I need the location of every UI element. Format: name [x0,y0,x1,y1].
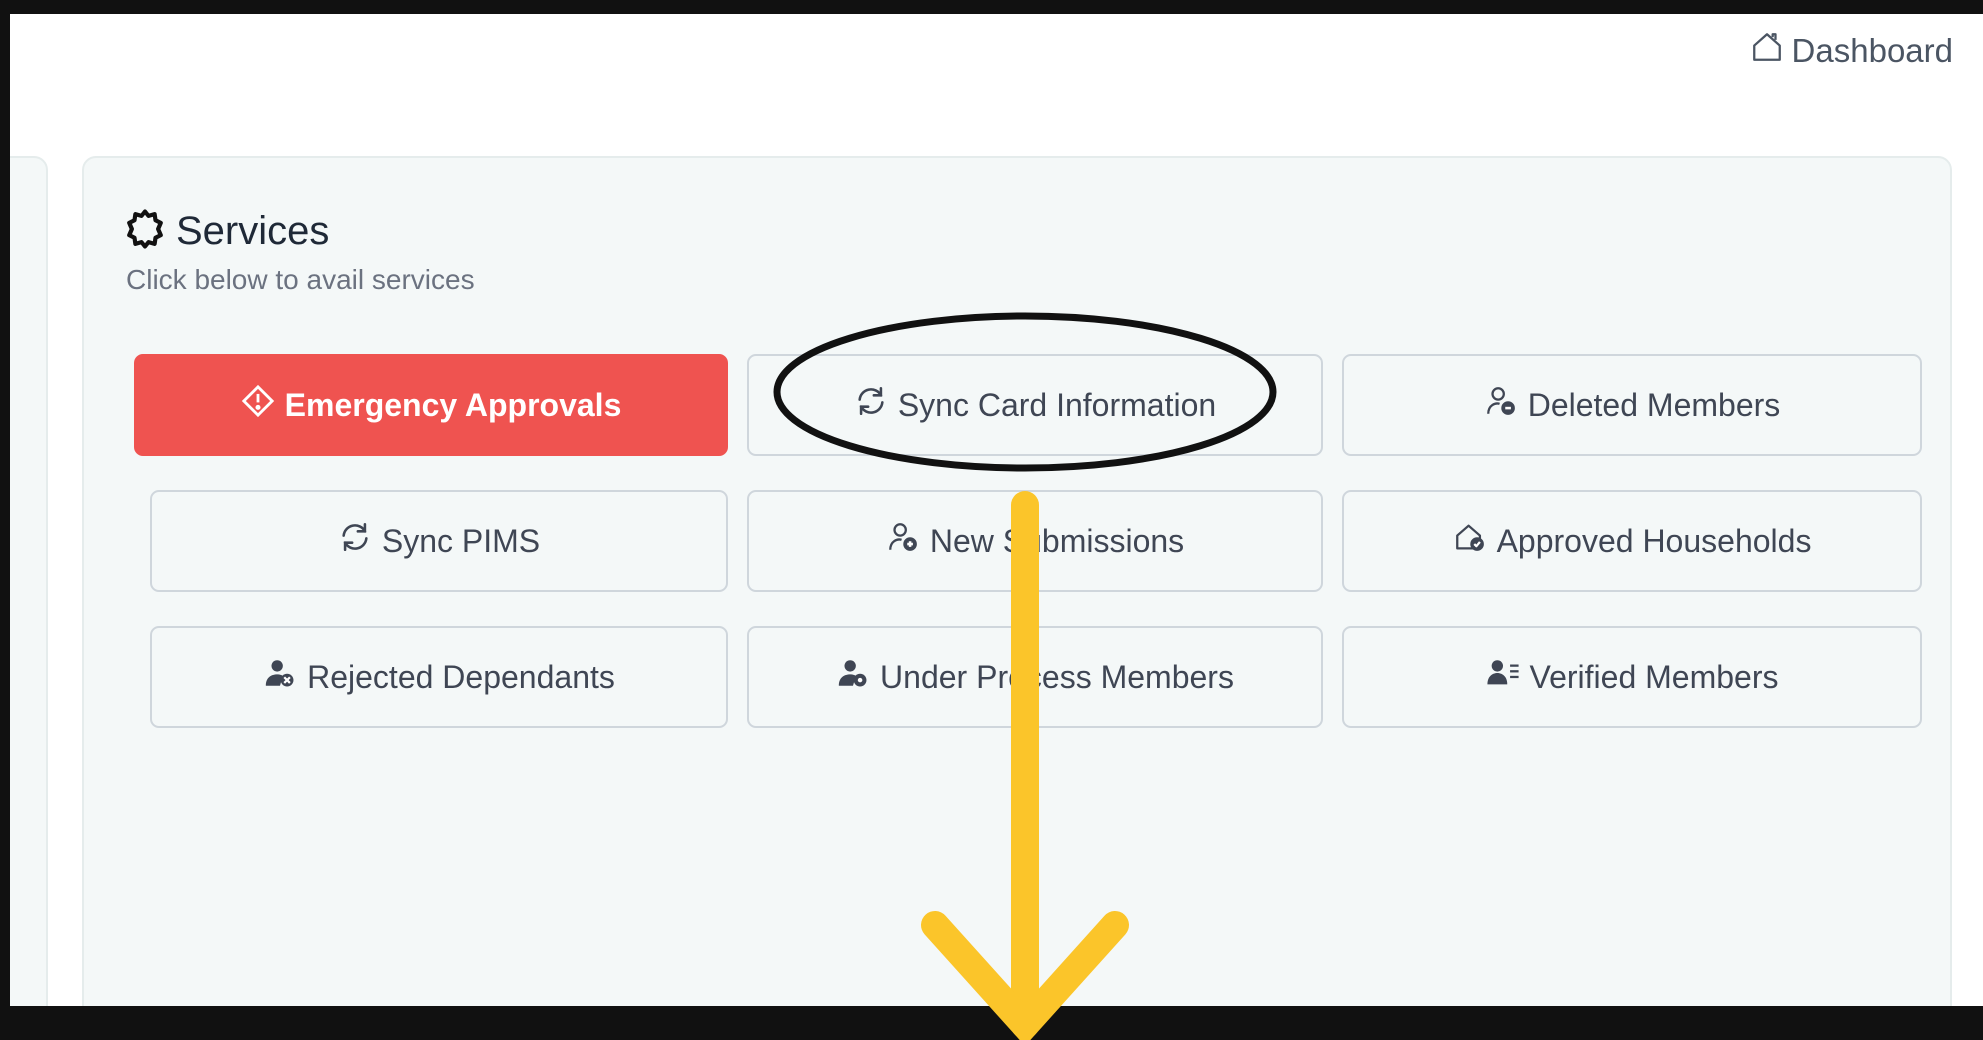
sync-pims-button[interactable]: Sync PIMS [150,490,728,592]
sync-card-information-button[interactable]: Sync Card Information [747,354,1323,456]
user-list-icon [1486,656,1520,698]
alert-diamond-icon [241,384,275,426]
button-label: Deleted Members [1527,386,1781,423]
verified-members-button[interactable]: Verified Members [1342,626,1922,728]
button-label: Approved Households [1496,522,1812,559]
left-panel [10,156,48,1006]
user-x-icon [263,656,297,698]
services-subtitle: Click below to avail services [126,264,475,295]
house-check-icon [1453,520,1487,562]
new-submissions-button[interactable]: New Submissions [747,490,1323,592]
user-remove-icon [1484,384,1518,426]
button-label: Under Process Members [880,658,1234,695]
rejected-dependants-button[interactable]: Rejected Dependants [150,626,728,728]
approved-households-button[interactable]: Approved Households [1342,490,1922,592]
gear-icon [124,208,166,255]
home-icon [1750,30,1784,72]
button-label: Rejected Dependants [307,658,615,695]
button-label: Sync Card Information [897,386,1217,423]
breadcrumb-dashboard[interactable]: Dashboard [1750,30,1953,72]
button-label: Verified Members [1529,658,1779,695]
deleted-members-button[interactable]: Deleted Members [1342,354,1922,456]
services-card: Services Click below to avail services E… [82,156,1952,1006]
services-header: Services [124,208,329,255]
user-gear-icon [836,656,870,698]
bottom-frame [0,1006,1983,1040]
app-screen: Dashboard Services Click below to avail … [10,14,1983,1006]
button-label: New Submissions [929,522,1185,559]
under-process-members-button[interactable]: Under Process Members [747,626,1323,728]
breadcrumb-label: Dashboard [1791,32,1953,69]
sync-icon [338,520,372,562]
user-add-icon [886,520,920,562]
sync-icon [854,384,888,426]
button-label: Sync PIMS [381,522,541,559]
button-label: Emergency Approvals [284,386,622,423]
emergency-approvals-button[interactable]: Emergency Approvals [134,354,728,456]
services-title: Services [176,209,330,253]
